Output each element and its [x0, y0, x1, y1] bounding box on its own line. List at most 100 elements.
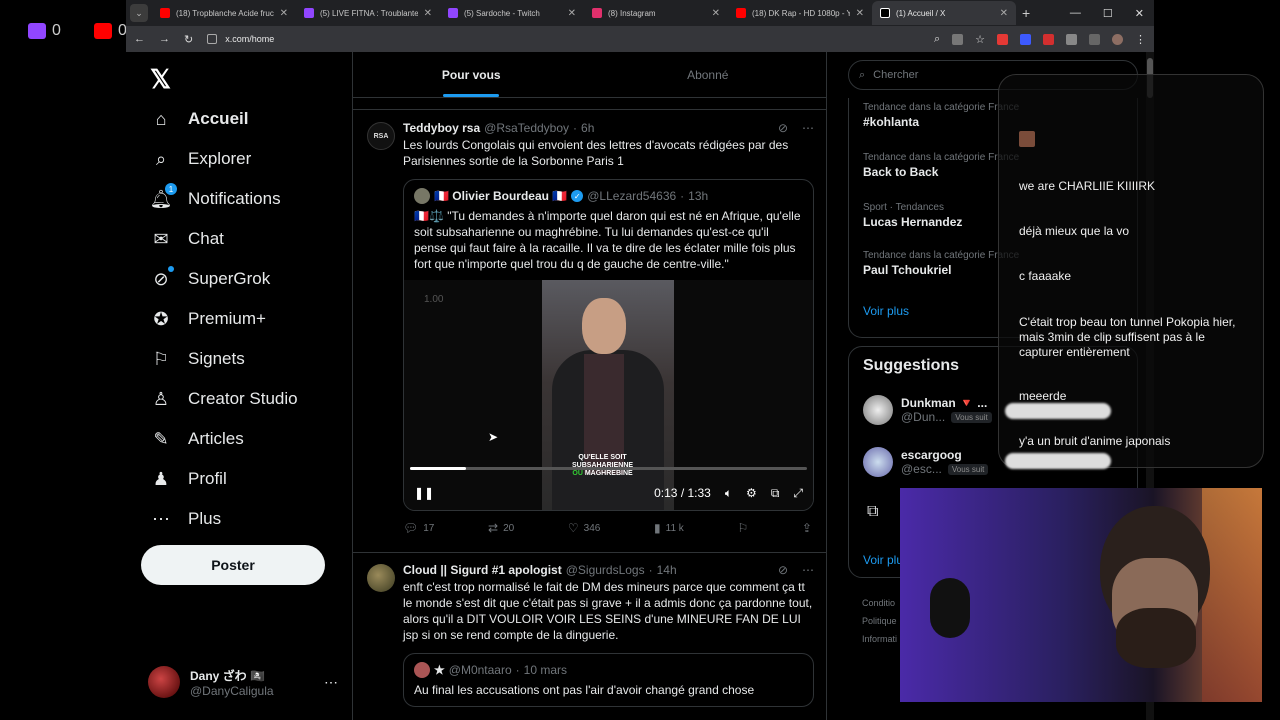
url-field[interactable]: x.com/home: [207, 34, 920, 44]
extension-icon[interactable]: [1020, 33, 1031, 45]
pdf-extension-icon[interactable]: [997, 33, 1008, 45]
nav-creator-studio[interactable]: ♙ Creator Studio: [150, 388, 298, 410]
post-time[interactable]: 14h: [657, 563, 677, 577]
site-info-icon[interactable]: [207, 34, 218, 44]
suggestion-item[interactable]: escargoog @esc... Vous suit: [863, 447, 989, 477]
follows-you-badge: Vous suit: [947, 463, 989, 475]
grok-icon[interactable]: ⊘: [778, 121, 788, 135]
post[interactable]: RSA Teddyboy rsa @RsaTeddyboy · 6h ⊘ ⋯ L…: [353, 120, 826, 535]
star-icon[interactable]: ☆: [975, 33, 985, 46]
emote-icon: [1019, 131, 1035, 147]
pause-icon[interactable]: ❚❚: [414, 486, 434, 500]
close-icon[interactable]: ✕: [568, 8, 576, 19]
trend-item[interactable]: Tendance dans la catégorie France Back t…: [863, 152, 1019, 179]
tab[interactable]: (18) Tropblanche Acide fructi ✕: [152, 1, 296, 25]
nav-premium[interactable]: ✪ Premium+: [150, 308, 265, 330]
trend-item[interactable]: Tendance dans la catégorie France Paul T…: [863, 250, 1019, 277]
trend-item[interactable]: Sport · Tendances Lucas Hernandez: [863, 202, 962, 229]
nav-label: Explorer: [188, 149, 252, 168]
more-dots-icon[interactable]: ⋯: [802, 121, 814, 135]
post-author-handle[interactable]: @RsaTeddyboy: [484, 121, 569, 135]
like-button[interactable]: ♡ 346: [568, 521, 600, 535]
fullscreen-icon[interactable]: ⤢: [793, 486, 803, 501]
nav-articles[interactable]: ✎ Articles: [150, 428, 243, 450]
nav-signets[interactable]: ⚐ Signets: [150, 348, 245, 370]
close-icon[interactable]: ✕: [424, 8, 432, 19]
nav-accueil[interactable]: ⌂ Accueil: [150, 108, 249, 130]
post-author-handle[interactable]: @SigurdsLogs: [566, 563, 645, 577]
footer-link[interactable]: Informati: [862, 630, 897, 648]
post-time[interactable]: 6h: [581, 121, 594, 135]
tab[interactable]: (5) Sardoche - Twitch ✕: [440, 1, 584, 25]
trend-name: Back to Back: [863, 165, 939, 179]
close-icon[interactable]: ✕: [856, 8, 864, 19]
nav-profil[interactable]: ♟ Profil: [150, 468, 227, 490]
show-more-suggestions-link[interactable]: Voir plu: [863, 553, 903, 567]
avatar: [414, 662, 430, 678]
close-icon[interactable]: ✕: [712, 8, 720, 19]
video-progress-bar[interactable]: [410, 467, 807, 470]
grok-icon[interactable]: ⊘: [778, 563, 788, 577]
zoom-icon[interactable]: ⌕: [934, 33, 940, 46]
views-button[interactable]: ▮ 11 k: [654, 521, 684, 535]
repost-button[interactable]: ⇄ 20: [488, 521, 514, 535]
suggestion-item[interactable]: Dunkman 🔻 ... @Dun... Vous suit: [863, 395, 992, 425]
quoted-post[interactable]: 🇫🇷 Olivier Bourdeau 🇫🇷 ✓ @LLezard54636 ·…: [403, 179, 814, 511]
settings-gear-icon[interactable]: ⚙: [746, 486, 757, 500]
close-window-icon[interactable]: ✕: [1135, 7, 1144, 20]
more-dots-icon[interactable]: ⋯: [802, 563, 814, 577]
footer-link[interactable]: Conditio: [862, 594, 897, 612]
media-control-icon[interactable]: [1089, 33, 1100, 45]
tab-pour-vous[interactable]: Pour vous: [353, 52, 590, 97]
nav-plus[interactable]: ⋯ Plus: [150, 508, 221, 530]
profile-avatar-icon[interactable]: [1112, 33, 1123, 45]
extension-icon[interactable]: [1043, 33, 1054, 45]
post[interactable]: Cloud || Sigurd #1 apologist @SigurdsLog…: [353, 562, 826, 707]
tab-search-button[interactable]: ⌄: [130, 4, 148, 22]
nav-label: Creator Studio: [188, 389, 298, 408]
install-app-icon[interactable]: [952, 33, 964, 45]
avatar[interactable]: RSA: [367, 122, 395, 150]
post-author-name[interactable]: Teddyboy rsa: [403, 121, 480, 135]
nav-explorer[interactable]: ⌕ Explorer: [150, 148, 251, 170]
back-icon[interactable]: ←: [134, 33, 145, 45]
trend-item[interactable]: Tendance dans la catégorie France #kohla…: [863, 102, 1019, 129]
picture-in-picture-icon[interactable]: ⧉: [771, 486, 780, 501]
quoted-post[interactable]: ★ @M0ntaaro · 10 mars Au final les accus…: [403, 653, 814, 707]
nav-chat[interactable]: ✉ Chat: [150, 228, 223, 250]
tab-abonne[interactable]: Abonné: [590, 52, 827, 97]
heart-icon: ♡: [567, 521, 579, 535]
video-player[interactable]: 1.00 QU'ELLE SOIT SUBSAHARIENNE OU MAGHR…: [404, 280, 813, 510]
show-more-trends-link[interactable]: Voir plus: [863, 304, 909, 318]
post-author-name[interactable]: Cloud || Sigurd #1 apologist: [403, 563, 562, 577]
account-switcher[interactable]: Dany ざわ 🏴‍☠️ @DanyCaligula ⋯: [148, 666, 338, 698]
tab[interactable]: (8) Instagram ✕: [584, 1, 728, 25]
reply-button[interactable]: 💬︎ 17: [403, 521, 434, 535]
footer-link[interactable]: Politique: [862, 612, 897, 630]
forward-icon[interactable]: →: [159, 33, 170, 45]
volume-icon[interactable]: 🔈︎: [725, 486, 732, 501]
tab[interactable]: (18) DK Rap - HD 1080p - You ✕: [728, 1, 872, 25]
nav-supergrok[interactable]: ⊘ SuperGrok: [150, 266, 270, 290]
post-button[interactable]: Poster: [141, 545, 325, 585]
reload-icon[interactable]: ↻: [184, 33, 193, 46]
maximize-icon[interactable]: ☐: [1103, 7, 1113, 20]
avatar[interactable]: [367, 564, 395, 592]
x-logo-icon[interactable]: 𝕏: [150, 64, 171, 95]
share-button[interactable]: ⇪: [802, 521, 812, 535]
menu-dots-icon[interactable]: ⋮: [1135, 33, 1146, 46]
close-icon[interactable]: ✕: [280, 8, 288, 19]
more-dots-icon[interactable]: ⋯: [324, 674, 338, 691]
minimize-icon[interactable]: —: [1070, 7, 1081, 20]
new-tab-button[interactable]: +: [1022, 5, 1030, 21]
video-controls: ❚❚ 0:13 / 1:33 🔈︎ ⚙ ⧉ ⤢: [414, 484, 803, 502]
bookmark-button[interactable]: ⚐: [737, 521, 748, 535]
nav-notifications[interactable]: 🔔︎ 1 Notifications: [150, 183, 281, 210]
extensions-puzzle-icon[interactable]: [1066, 33, 1077, 45]
tab-active[interactable]: (1) Accueil / X ✕: [872, 1, 1016, 25]
close-icon[interactable]: ✕: [1000, 8, 1008, 19]
streamer-webcam: [900, 488, 1262, 702]
tab[interactable]: (5) LIVE FITNA : Troublante, F ✕: [296, 1, 440, 25]
trend-context: Tendance dans la catégorie France: [863, 152, 1020, 163]
chat-message: we are CHARLIIE KIIIIRK: [1019, 179, 1156, 193]
